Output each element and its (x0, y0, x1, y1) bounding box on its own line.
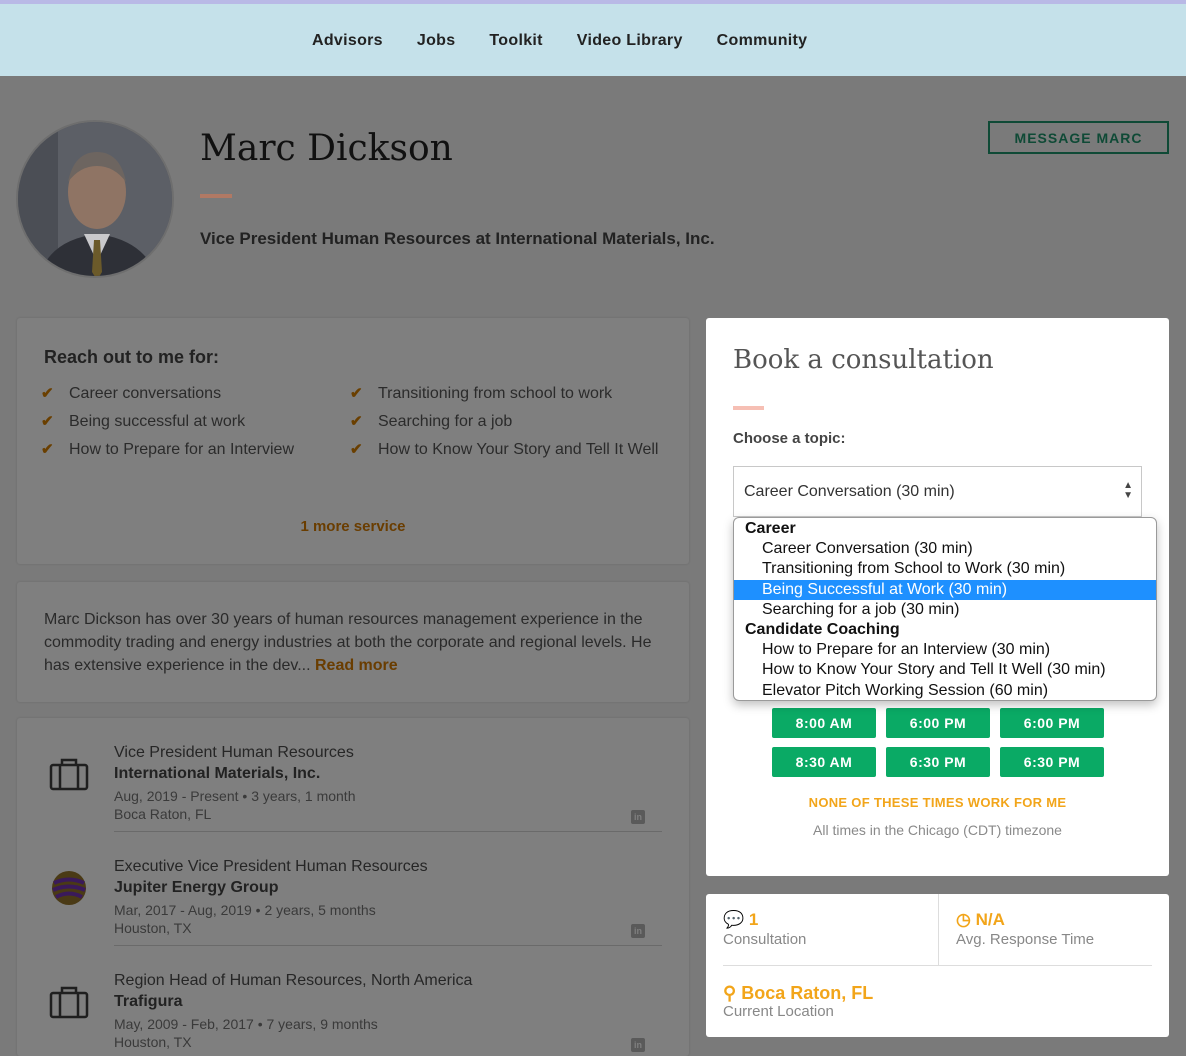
read-more-link[interactable]: Read more (315, 657, 398, 674)
topic-option[interactable]: Elevator Pitch Working Session (60 min) (734, 681, 1156, 700)
topic-option-highlighted[interactable]: Being Successful at Work (30 min) (734, 579, 1156, 600)
topic-select[interactable]: Career Conversation (30 min) ▲ ▼ (733, 466, 1142, 517)
topic-option[interactable]: How to Prepare for an Interview (30 min) (734, 640, 1156, 660)
experience-item: Vice President Human Resources Internati… (17, 718, 689, 832)
no-times-link[interactable]: NONE OF THESE TIMES WORK FOR ME (706, 795, 1169, 810)
location-value: ⚲ Boca Raton, FL (723, 983, 873, 1004)
topic-dropdown-list: Career Career Conversation (30 min) Tran… (733, 517, 1157, 701)
check-icon: ✔ (350, 413, 363, 430)
jupiter-logo-icon (52, 871, 86, 905)
job-dates: Aug, 2019 - Present • 3 years, 1 month (114, 788, 356, 804)
job-company: Trafigura (114, 993, 183, 1010)
job-title: Executive Vice President Human Resources (114, 858, 428, 875)
topic-option[interactable]: Searching for a job (30 min) (734, 600, 1156, 620)
time-slot-button[interactable]: 8:30 AM (772, 747, 876, 777)
bio-text: Marc Dickson has over 30 years of human … (44, 608, 674, 677)
stats-card: 💬 1 Consultation ◷ N/A Avg. Response Tim… (706, 894, 1169, 1037)
job-location: Houston, TX (114, 920, 192, 936)
location-label: Current Location (723, 1003, 834, 1020)
booking-title: Book a consultation (733, 345, 994, 375)
service-item: ✔ Being successful at work (41, 412, 350, 432)
service-item: ✔ How to Prepare for an Interview (41, 440, 350, 460)
nav-community[interactable]: Community (717, 32, 808, 50)
divider (938, 894, 939, 965)
option-group-label: Career (745, 520, 796, 537)
check-icon: ✔ (41, 413, 54, 430)
service-label: Career conversations (69, 385, 222, 402)
speech-bubble-icon: 💬 (723, 910, 745, 929)
experience-item: Region Head of Human Resources, North Am… (17, 946, 689, 1056)
check-icon: ✔ (350, 385, 363, 402)
bio-card: Marc Dickson has over 30 years of human … (17, 582, 689, 702)
service-item: ✔ Searching for a job (350, 412, 681, 432)
job-company: Jupiter Energy Group (114, 879, 279, 896)
service-item: ✔ Transitioning from school to work (350, 384, 681, 404)
advisor-name: Marc Dickson (200, 128, 453, 169)
timezone-note: All times in the Chicago (CDT) timezone (813, 822, 1062, 838)
nav-advisors[interactable]: Advisors (312, 32, 383, 50)
consultation-count: 1 (748, 910, 759, 929)
service-item: ✔ How to Know Your Story and Tell It Well (350, 440, 681, 460)
response-time-stat: ◷ N/A Avg. Response Time (956, 910, 1094, 948)
service-label: Searching for a job (378, 413, 513, 430)
more-services-link[interactable]: 1 more service (17, 518, 689, 535)
check-icon: ✔ (41, 441, 54, 458)
service-list: ✔ Career conversations ✔ Transitioning fro… (41, 384, 681, 460)
job-location: Boca Raton, FL (114, 806, 212, 822)
job-dates: May, 2009 - Feb, 2017 • 7 years, 9 month… (114, 1016, 378, 1032)
linkedin-icon[interactable]: in (631, 810, 645, 824)
service-label: Transitioning from school to work (378, 385, 613, 402)
job-company: International Materials, Inc. (114, 765, 321, 782)
consultation-stat: 💬 1 Consultation (723, 910, 806, 948)
clock-icon: ◷ (956, 910, 971, 929)
briefcase-icon (49, 758, 89, 791)
linkedin-icon[interactable]: in (631, 1038, 645, 1052)
experience-card: Vice President Human Resources Internati… (17, 718, 689, 1056)
message-button[interactable]: MESSAGE MARC (988, 121, 1169, 154)
topic-option[interactable]: How to Know Your Story and Tell It Well … (734, 660, 1156, 680)
check-icon: ✔ (350, 441, 363, 458)
location-text: Boca Raton, FL (741, 983, 874, 1003)
service-item: ✔ Career conversations (41, 384, 350, 404)
time-slot-grid: 8:00 AM 6:00 PM 6:00 PM 8:30 AM 6:30 PM … (772, 708, 1104, 777)
service-label: How to Prepare for an Interview (69, 441, 294, 458)
main-nav: Advisors Jobs Toolkit Video Library Comm… (312, 32, 807, 50)
time-slot-button[interactable]: 8:00 AM (772, 708, 876, 738)
job-dates: Mar, 2017 - Aug, 2019 • 2 years, 5 month… (114, 902, 376, 918)
divider (723, 965, 1152, 966)
nav-video-library[interactable]: Video Library (577, 32, 683, 50)
time-slot-button[interactable]: 6:00 PM (886, 708, 990, 738)
consultation-label: Consultation (723, 931, 807, 948)
job-location: Houston, TX (114, 1034, 192, 1050)
topic-label: Choose a topic: (733, 430, 846, 447)
advisor-headline: Vice President Human Resources at Intern… (200, 229, 715, 248)
topic-select-value: Career Conversation (30 min) (744, 483, 955, 500)
select-arrows-icon: ▲ ▼ (1123, 480, 1133, 501)
map-pin-icon: ⚲ (723, 983, 737, 1003)
time-slot-button[interactable]: 6:30 PM (886, 747, 990, 777)
reach-out-heading: Reach out to me for: (44, 347, 220, 367)
topic-option[interactable]: Career Conversation (30 min) (734, 539, 1156, 559)
experience-item: Executive Vice President Human Resources… (17, 832, 689, 946)
check-icon: ✔ (41, 385, 54, 402)
avatar (16, 120, 174, 278)
name-underline (200, 194, 232, 198)
job-title: Vice President Human Resources (114, 744, 354, 761)
time-slot-button[interactable]: 6:30 PM (1000, 747, 1104, 777)
option-group-label: Candidate Coaching (745, 621, 900, 639)
nav-jobs[interactable]: Jobs (417, 32, 456, 50)
response-time-value: N/A (975, 910, 1005, 929)
booking-title-underline (733, 406, 764, 410)
response-time-label: Avg. Response Time (956, 931, 1095, 948)
topic-option[interactable]: Transitioning from School to Work (30 mi… (734, 559, 1156, 579)
linkedin-icon[interactable]: in (631, 924, 645, 938)
service-label: How to Know Your Story and Tell It Well (378, 441, 659, 458)
job-title: Region Head of Human Resources, North Am… (114, 972, 473, 989)
briefcase-icon (49, 986, 89, 1019)
top-nav-bar: Advisors Jobs Toolkit Video Library Comm… (0, 0, 1186, 76)
time-slot-button[interactable]: 6:00 PM (1000, 708, 1104, 738)
nav-toolkit[interactable]: Toolkit (489, 32, 542, 50)
service-label: Being successful at work (69, 413, 246, 430)
reach-out-card: Reach out to me for: ✔ Career conversatio… (17, 318, 689, 564)
